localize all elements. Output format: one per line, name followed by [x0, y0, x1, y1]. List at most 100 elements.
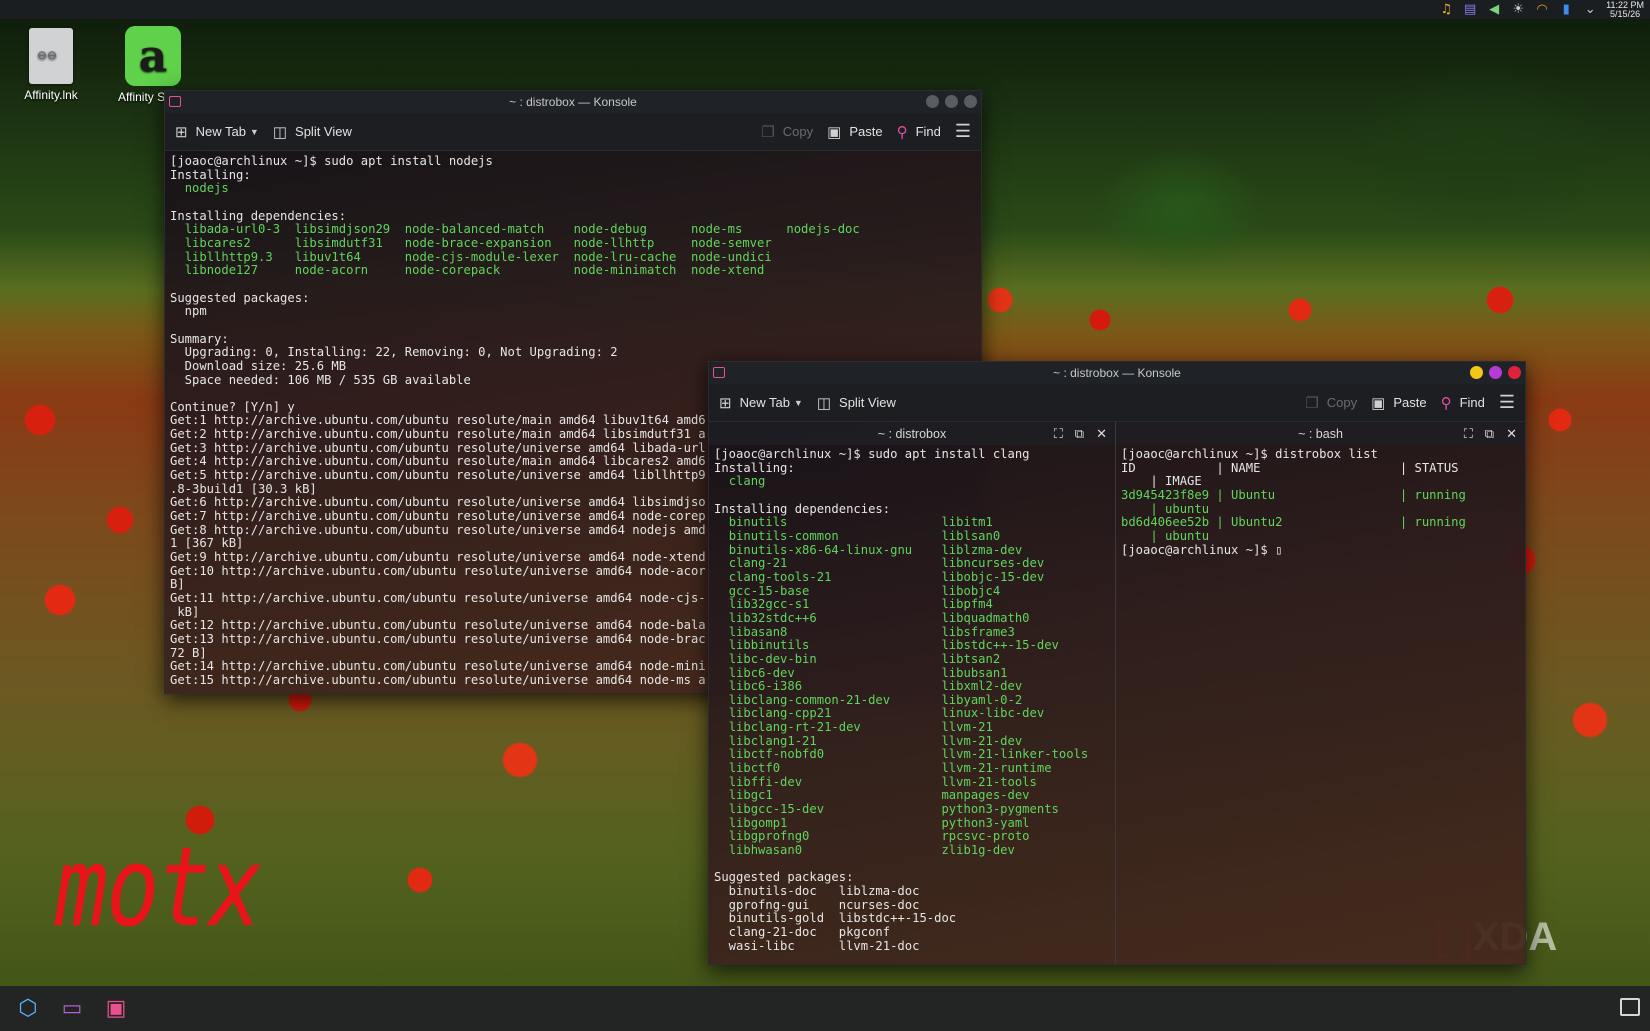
window-title: ~ : distrobox — Konsole [509, 95, 637, 109]
terminal-line: [joaoc@archlinux ~]$ ▯ [1121, 543, 1520, 558]
clock[interactable]: 11:22 PM 5/15/26 [1606, 0, 1644, 19]
terminal-text: 72 B] [170, 645, 207, 660]
terminal-line: libllhttp9.3 libuv1t64 node-cjs-module-l… [170, 250, 976, 265]
battery-icon[interactable]: ▮ [1558, 0, 1574, 19]
konsole-task-icon[interactable]: ▣ [100, 993, 132, 1025]
minimize-button[interactable] [1470, 366, 1483, 379]
terminal-text: B] [170, 577, 185, 592]
terminal-line: npm [170, 304, 976, 319]
close-pane-icon[interactable]: ✕ [1506, 426, 1517, 442]
left-pane[interactable]: ~ : distrobox ⛶ ⧉ ✕ [joaoc@archlinux ~]$… [709, 422, 1116, 964]
wifi-icon[interactable]: ◠ [1534, 0, 1550, 19]
terminal-text: libada-url0-3 libsimdjson29 node-balance… [184, 222, 860, 237]
chevron-down-icon[interactable]: ⌄ [1582, 0, 1598, 19]
terminal-line: | IMAGE [1121, 474, 1520, 489]
terminal-line: [joaoc@archlinux ~]$ sudo apt install no… [170, 154, 976, 169]
terminal-line: lib32stdc++6 libquadmath0 [714, 610, 1110, 626]
terminal-text: Get:2 http://archive.ubuntu.com/ubuntu r… [170, 427, 706, 442]
terminal-line: libgcc-15-dev python3-pygments [714, 802, 1110, 817]
terminal-line: Suggested packages: [170, 291, 976, 306]
terminal-text: | IMAGE [1121, 474, 1202, 489]
folder-icon[interactable]: ▭ [56, 993, 88, 1025]
maximize-pane-icon[interactable]: ⛶ [1464, 426, 1473, 442]
window-titlebar[interactable]: ~ : distrobox — Konsole [709, 362, 1525, 384]
find-button[interactable]: ⚲ Find [1441, 394, 1485, 412]
terminal-line: libffi-dev llvm-21-tools [714, 775, 1110, 790]
terminal-line: binutils-gold libstdc++-15-doc [714, 911, 1110, 926]
terminal-text: libc6-dev libubsan1 [728, 665, 1008, 680]
terminal-text: [joaoc@archlinux ~]$ sudo apt install cl… [714, 447, 1030, 461]
hamburger-menu-icon[interactable]: ☰ [955, 121, 971, 142]
terminal-text: | ubuntu [1121, 528, 1210, 543]
konsole-window-front[interactable]: ~ : distrobox — Konsole ⊞ New Tab ▼ ◫ Sp… [708, 361, 1526, 965]
affinity-app-icon: a [125, 26, 181, 86]
terminal-text: Get:13 http://archive.ubuntu.com/ubuntu … [170, 631, 706, 646]
split-view-button[interactable]: ◫ Split View [273, 123, 352, 141]
maximize-button[interactable] [1489, 366, 1502, 379]
new-tab-button[interactable]: ⊞ New Tab ▼ [719, 394, 803, 412]
notification-bell-icon[interactable]: ♫ [1438, 0, 1454, 19]
right-pane[interactable]: ~ : bash ⛶ ⧉ ✕ [joaoc@archlinux ~]$ dist… [1116, 422, 1525, 964]
terminal-output[interactable]: [joaoc@archlinux ~]$ sudo apt install cl… [709, 445, 1115, 964]
new-tab-button[interactable]: ⊞ New Tab ▼ [175, 123, 259, 141]
copy-button[interactable]: ❐ Copy [761, 123, 813, 141]
terminal-line: clang-21 libncurses-dev [714, 556, 1110, 571]
chevron-down-icon[interactable]: ▼ [250, 127, 259, 137]
paste-button[interactable]: ▣ Paste [1371, 394, 1426, 412]
minimize-button[interactable] [926, 95, 939, 108]
terminal-text: libc6-i386 libxml2-dev [728, 679, 1023, 694]
paste-icon: ▣ [1371, 394, 1386, 412]
hamburger-menu-icon[interactable]: ☰ [1499, 392, 1515, 413]
terminal-line: wasi-libc llvm-21-doc [714, 939, 1110, 954]
close-button[interactable] [1508, 366, 1521, 379]
terminal-text: lib32stdc++6 libquadmath0 [728, 610, 1030, 625]
terminal-text: Get:15 http://archive.ubuntu.com/ubuntu … [170, 672, 706, 687]
terminal-text: lib32gcc-s1 libpfm4 [728, 597, 993, 612]
detach-pane-icon[interactable]: ⧉ [1075, 426, 1084, 442]
show-desktop-button[interactable] [1620, 998, 1640, 1016]
app-launcher-icon[interactable]: ⬡ [12, 993, 44, 1025]
close-button[interactable] [964, 95, 977, 108]
terminal-text: Get:12 http://archive.ubuntu.com/ubuntu … [170, 618, 706, 633]
terminal-line: lib32gcc-s1 libpfm4 [714, 597, 1110, 612]
konsole-toolbar: ⊞ New Tab ▼ ◫ Split View ❐ Copy ▣ Paste … [165, 113, 981, 151]
wallpaper-watermark: motx [55, 823, 262, 951]
chevron-down-icon[interactable]: ▼ [794, 398, 803, 408]
detach-pane-icon[interactable]: ⧉ [1485, 426, 1494, 442]
terminal-line: libhwasan0 zlib1g-dev [714, 843, 1110, 858]
terminal-text: Get:8 http://archive.ubuntu.com/ubuntu r… [170, 522, 706, 537]
terminal-text: Get:6 http://archive.ubuntu.com/ubuntu r… [170, 495, 706, 510]
search-icon: ⚲ [1440, 394, 1452, 412]
terminal-line: libnode127 node-acorn node-corepack node… [170, 263, 976, 278]
desktop-icon-affinity-lnk[interactable]: Affinity.lnk [6, 28, 96, 102]
maximize-pane-icon[interactable]: ⛶ [1054, 426, 1063, 442]
window-titlebar[interactable]: ~ : distrobox — Konsole [165, 91, 981, 113]
terminal-text: libctf0 llvm-21-runtime [728, 761, 1052, 776]
brightness-icon[interactable]: ☀ [1510, 0, 1526, 19]
terminal-text: clang [728, 474, 766, 489]
close-pane-icon[interactable]: ✕ [1096, 426, 1107, 442]
split-view-button[interactable]: ◫ Split View [817, 394, 896, 412]
clipboard-icon[interactable]: ▤ [1462, 0, 1478, 19]
volume-icon[interactable]: ◀ [1486, 0, 1502, 19]
terminal-text: Get:11 http://archive.ubuntu.com/ubuntu … [170, 591, 706, 605]
new-tab-label: New Tab [195, 124, 246, 139]
terminal-text: libgc1 manpages-dev [728, 788, 1030, 803]
copy-button[interactable]: ❐ Copy [1305, 394, 1357, 412]
terminal-text: Installing: [714, 460, 795, 475]
terminal-text: [joaoc@archlinux ~]$ distrobox list [1121, 447, 1378, 461]
find-button[interactable]: ⚲ Find [897, 123, 941, 141]
terminal-output[interactable]: [joaoc@archlinux ~]$ distrobox list ID | … [1116, 445, 1525, 964]
terminal-line: libgomp1 python3-yaml [714, 816, 1110, 831]
maximize-button[interactable] [945, 95, 958, 108]
pane-title: ~ : bash [1298, 426, 1343, 441]
paste-button[interactable]: ▣ Paste [827, 123, 882, 141]
